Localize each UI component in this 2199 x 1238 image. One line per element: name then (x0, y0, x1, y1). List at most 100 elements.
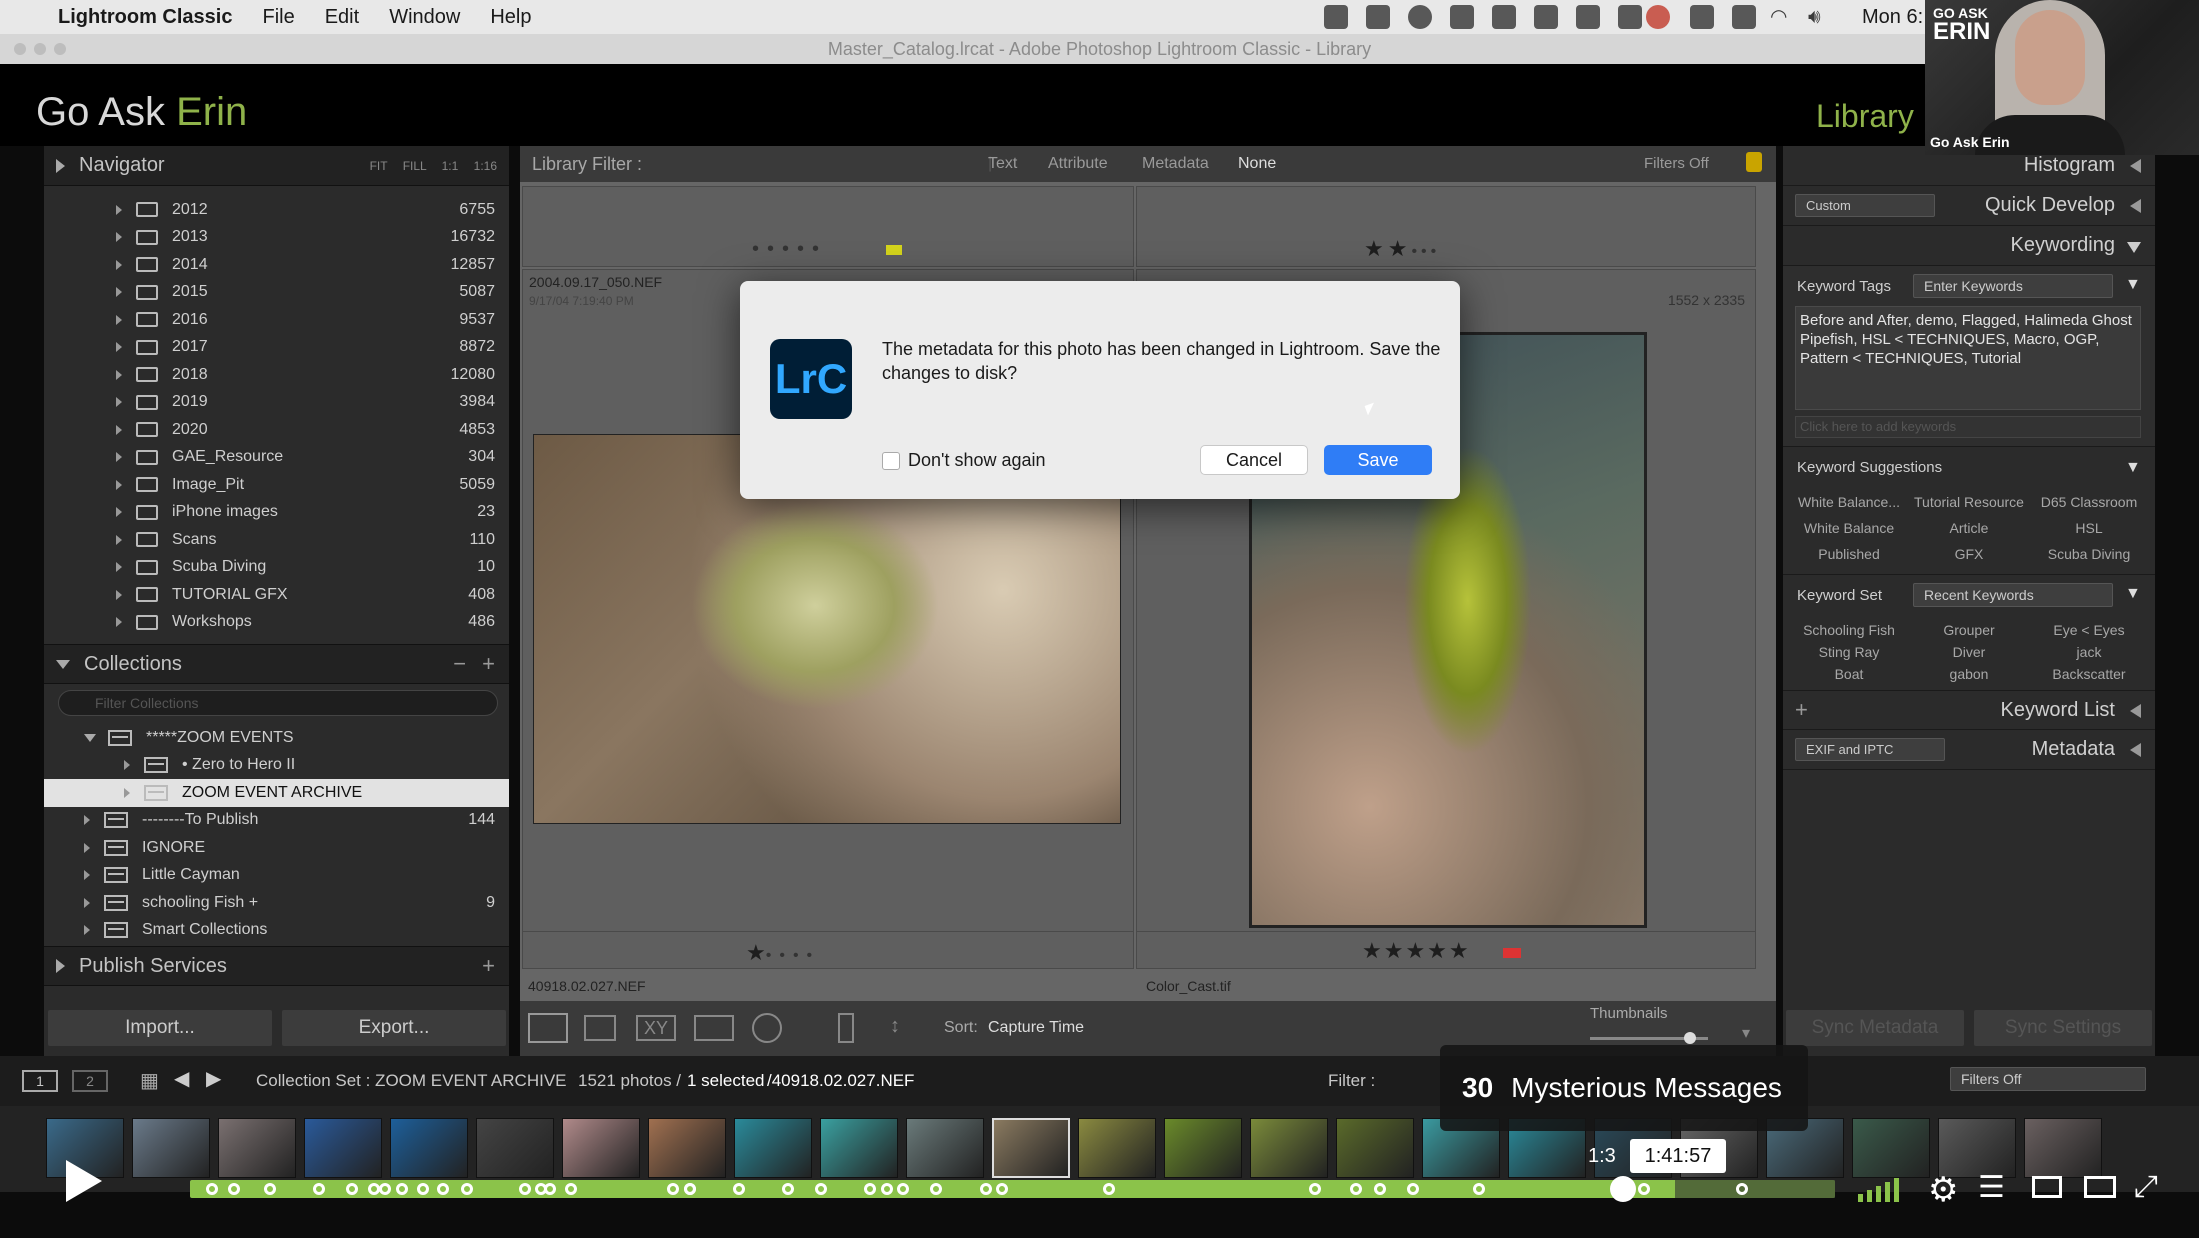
filmstrip-thumbnail[interactable] (1078, 1118, 1156, 1178)
disclosure-triangle-icon[interactable] (116, 314, 122, 325)
keyword-chip[interactable]: GFX (1909, 546, 2029, 562)
module-library[interactable]: Library (1816, 98, 1914, 135)
chapter-marker[interactable] (264, 1183, 277, 1195)
status-icon[interactable] (1618, 5, 1642, 29)
menu-edit[interactable]: Edit (325, 6, 359, 29)
chapter-marker[interactable] (897, 1183, 910, 1195)
chapter-marker[interactable] (543, 1183, 556, 1195)
folder-row[interactable]: Scuba Diving 10 (104, 554, 509, 582)
chapter-marker[interactable] (667, 1183, 680, 1195)
disclosure-triangle-icon[interactable] (116, 479, 122, 490)
disclosure-triangle-icon[interactable] (116, 342, 122, 353)
filter-status[interactable]: Filters Off (1644, 155, 1709, 172)
export-button[interactable]: Export... (282, 1010, 506, 1046)
status-icon[interactable] (1366, 5, 1390, 29)
grid-view-icon[interactable] (528, 1013, 568, 1043)
zoom-1-16[interactable]: 1:16 (474, 159, 497, 173)
disclosure-triangle-icon[interactable] (84, 815, 90, 826)
chapter-marker[interactable] (417, 1183, 429, 1195)
keyword-chip[interactable]: gabon (1909, 666, 2029, 682)
chapter-marker[interactable] (379, 1183, 392, 1195)
publish-plus-icon[interactable]: + (482, 953, 495, 979)
keyword-chip[interactable]: Eye < Eyes (2029, 622, 2149, 638)
filmstrip-thumbnail[interactable] (906, 1118, 984, 1178)
disclosure-triangle-icon[interactable] (116, 287, 122, 298)
chapter-marker[interactable] (1736, 1183, 1749, 1195)
cancel-button[interactable]: Cancel (1200, 445, 1308, 475)
chapter-marker[interactable] (565, 1183, 578, 1195)
selected-filename[interactable]: /40918.02.027.NEF (767, 1071, 914, 1091)
chapter-marker[interactable] (346, 1183, 359, 1195)
chapter-marker[interactable] (519, 1183, 531, 1195)
keyword-chip[interactable]: Published (1789, 546, 1909, 562)
minimize-window-button[interactable] (34, 43, 46, 55)
disclosure-triangle-icon[interactable] (116, 534, 122, 545)
sort-dropdown[interactable]: Capture Time (988, 1019, 1084, 1037)
zoom-window-button[interactable] (54, 43, 66, 55)
keyword-chip[interactable]: Backscatter (2029, 666, 2149, 682)
add-keyword-plus-icon[interactable]: + (1795, 697, 1808, 723)
bluetooth-icon[interactable] (1732, 5, 1756, 29)
chapter-marker[interactable] (1637, 1183, 1650, 1195)
filmstrip-thumbnail[interactable] (562, 1118, 640, 1178)
play-icon[interactable] (66, 1160, 102, 1202)
filmstrip-thumbnail[interactable] (1250, 1118, 1328, 1178)
volume-icon[interactable]: 🔊︎ (1808, 5, 1832, 29)
chapter-marker[interactable] (227, 1183, 240, 1195)
chapter-marker[interactable] (206, 1183, 219, 1195)
disclosure-triangle-icon[interactable] (116, 369, 122, 380)
collection-row[interactable]: *****ZOOM EVENTS (44, 724, 509, 752)
chapter-marker[interactable] (436, 1183, 449, 1195)
menu-window[interactable]: Window (389, 6, 460, 29)
checkbox-box[interactable] (882, 451, 900, 470)
import-button[interactable]: Import... (48, 1010, 272, 1046)
filter-tab-text[interactable]: Text (988, 155, 1017, 173)
disclosure-triangle-icon[interactable] (116, 397, 122, 408)
folder-row[interactable]: 2020 4853 (104, 416, 509, 444)
status-icon[interactable] (1492, 5, 1516, 29)
filmstrip-thumbnail[interactable] (1336, 1118, 1414, 1178)
folder-row[interactable]: Image_Pit 5059 (104, 471, 509, 499)
keyword-chip[interactable]: Tutorial Resource (1909, 494, 2029, 510)
folder-row[interactable]: 2014 12857 (104, 251, 509, 279)
filmstrip-thumbnail[interactable] (2024, 1118, 2102, 1178)
color-label-yellow[interactable] (886, 245, 902, 255)
filmstrip-thumbnail[interactable] (218, 1118, 296, 1178)
color-label-red[interactable] (1503, 948, 1521, 958)
keyword-list-header[interactable]: + Keyword List (1783, 690, 2155, 730)
collections-plus-icon[interactable]: + (482, 651, 495, 677)
collection-row[interactable]: schooling Fish + 9 (44, 889, 509, 917)
collection-row[interactable]: ZOOM EVENT ARCHIVE (44, 779, 509, 807)
keyword-chip[interactable]: Schooling Fish (1789, 622, 1909, 638)
filter-tab-metadata[interactable]: Metadata (1142, 155, 1209, 173)
chapter-marker[interactable] (864, 1183, 877, 1195)
quick-develop-header[interactable]: Custom Quick Develop (1783, 186, 2155, 226)
keyword-suggestions-header[interactable]: Keyword Suggestions ▼ (1783, 446, 2155, 486)
folder-row[interactable]: 2016 9537 (104, 306, 509, 334)
keyword-chip[interactable]: White Balance... (1789, 494, 1909, 510)
thumbnail-slider-handle[interactable] (1684, 1032, 1696, 1044)
settings-gear-icon[interactable]: ⚙ (1928, 1170, 1958, 1210)
keywording-header[interactable]: Keywording (1783, 226, 2155, 266)
status-icon[interactable] (1324, 5, 1348, 29)
rating-stars[interactable]: ★★★★★ (1362, 938, 1471, 964)
folder-row[interactable]: 2012 6755 (104, 196, 509, 224)
navigator-zoom-options[interactable]: FIT FILL 1:1 1:16 (370, 159, 497, 173)
grid-cell-blank[interactable] (522, 186, 1134, 267)
folder-row[interactable]: 2015 5087 (104, 279, 509, 307)
chapter-marker[interactable] (1374, 1183, 1387, 1195)
chapter-marker[interactable] (996, 1183, 1009, 1195)
keywords-textarea[interactable]: Before and After, demo, Flagged, Halimed… (1795, 306, 2141, 410)
collection-row[interactable]: IGNORE (44, 834, 509, 862)
expand-triangle-icon[interactable] (84, 733, 96, 742)
picture-in-picture-icon[interactable] (2084, 1176, 2116, 1198)
grid-icon[interactable]: ▦ (140, 1068, 159, 1093)
keyword-chip[interactable]: Boat (1789, 666, 1909, 682)
rating-stars[interactable]: ★•••• (746, 940, 820, 966)
keyword-tags-select[interactable]: Enter Keywords (1913, 274, 2113, 298)
filmstrip-thumbnail[interactable] (476, 1118, 554, 1178)
sort-direction-icon[interactable]: ↕ (890, 1015, 900, 1038)
filmstrip-thumbnail[interactable] (1852, 1118, 1930, 1178)
filmstrip-thumbnail[interactable] (648, 1118, 726, 1178)
metadata-header[interactable]: EXIF and IPTC Metadata (1783, 730, 2155, 770)
